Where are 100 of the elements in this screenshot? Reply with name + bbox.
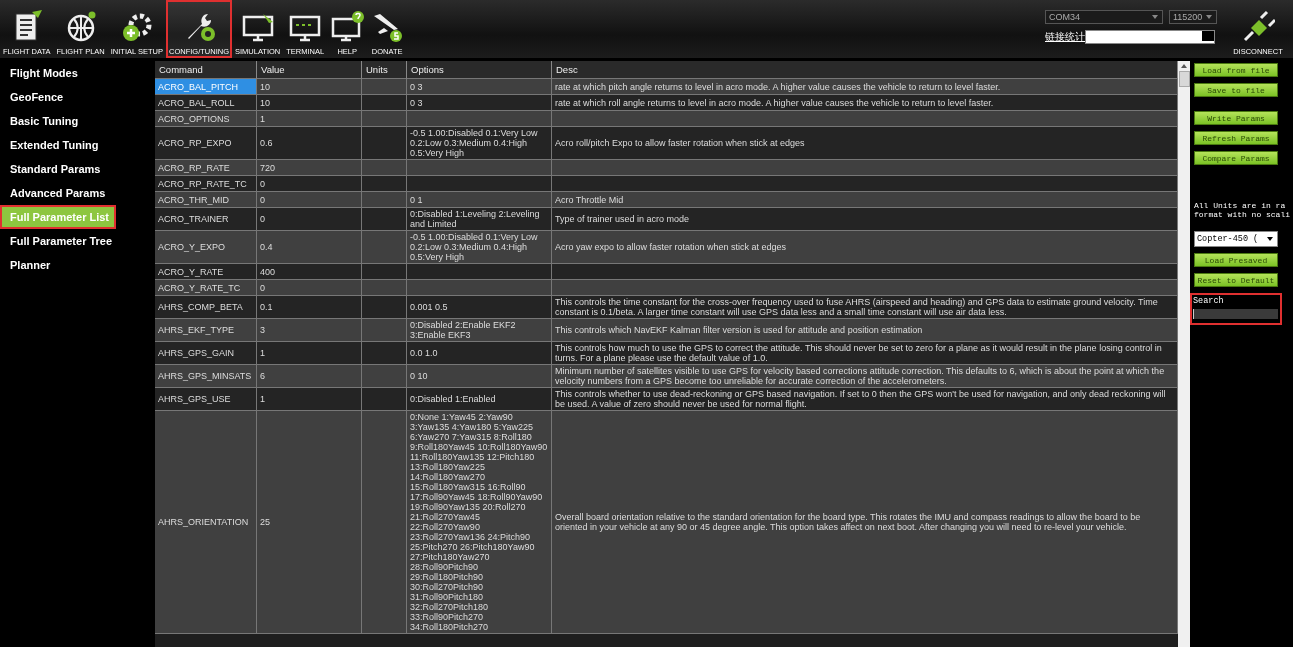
- table-cell[interactable]: ACRO_BAL_ROLL: [155, 95, 257, 111]
- units-note: format with no scali: [1194, 210, 1291, 219]
- table-cell[interactable]: AHRS_COMP_BETA: [155, 296, 257, 319]
- table-cell: rate at which pitch angle returns to level in acro mode. A higher value causes the vehicle to return to level faster.: [552, 79, 1178, 95]
- table-cell[interactable]: ACRO_Y_RATE: [155, 264, 257, 280]
- sidebar-item[interactable]: GeoFence: [0, 85, 150, 109]
- table-cell: [362, 176, 407, 192]
- scroll-thumb[interactable]: [1178, 71, 1190, 87]
- table-cell: 0 3: [407, 95, 552, 111]
- table-cell: 0.001 0.5: [407, 296, 552, 319]
- table-cell: Acro roll/pitch Expo to allow faster rotation when stick at edges: [552, 127, 1178, 160]
- column-header[interactable]: Value: [257, 61, 362, 79]
- table-cell[interactable]: ACRO_Y_RATE_TC: [155, 280, 257, 296]
- table-cell: This controls the time constant for the cross-over frequency used to fuse AHRS (airspeed and heading) and GPS data to estimate ground velocity. Time constant is 0.1/beta. A larger time constant will use GPS data less and a small time constant will use air data less.: [552, 296, 1178, 319]
- table-cell: 0:Disabled 2:Enable EKF2 3:Enable EKF3: [407, 319, 552, 342]
- table-cell: [362, 79, 407, 95]
- sidebar-item[interactable]: Planner: [0, 253, 150, 277]
- caret-icon: [1152, 15, 1158, 19]
- preset-dropdown[interactable]: Copter-450 (: [1194, 231, 1278, 247]
- sidebar-item[interactable]: Advanced Params: [0, 181, 150, 205]
- sidebar-item[interactable]: Full Parameter Tree: [0, 229, 150, 253]
- table-cell[interactable]: ACRO_RP_EXPO: [155, 127, 257, 160]
- table-cell: 0.0 1.0: [407, 342, 552, 365]
- table-cell: This controls whether to use dead-reckoning or GPS based navigation. If set to 0 then the GPS won't be used for navigation, and only dead reckoning will be used. A value of zero should never be used for normal flight.: [552, 388, 1178, 411]
- table-cell: Acro yaw expo to allow faster rotation when stick at edges: [552, 231, 1178, 264]
- table-cell: Minimum number of satellites visible to use GPS for velocity based corrections attitude correction. This defaults to 6, which is about the point at which the velocity numbers from a GPS become too unreliable for accurate correction of the accelerometers.: [552, 365, 1178, 388]
- sidebar-item[interactable]: Extended Tuning: [0, 133, 150, 157]
- table-cell: [362, 319, 407, 342]
- table-cell: [362, 160, 407, 176]
- panel-button[interactable]: Reset to Default: [1194, 273, 1278, 287]
- sidebar-item[interactable]: Standard Params: [0, 157, 150, 181]
- table-cell: 1: [257, 111, 362, 127]
- table-cell: 0:Disabled 1:Leveling 2:Leveling and Limited: [407, 208, 552, 231]
- table-cell: This controls which NavEKF Kalman filter version is used for attitude and position estimation: [552, 319, 1178, 342]
- table-cell: 25: [257, 411, 362, 634]
- port-dropdown[interactable]: COM34: [1045, 10, 1163, 24]
- table-cell: -0.5 1.00:Disabled 0.1:Very Low 0.2:Low 0.3:Medium 0.4:High 0.5:Very High: [407, 127, 552, 160]
- table-cell: 10: [257, 95, 362, 111]
- table-cell: [362, 280, 407, 296]
- link-stats-link[interactable]: 链接统计: [1045, 30, 1085, 44]
- table-cell[interactable]: ACRO_RP_RATE: [155, 160, 257, 176]
- table-cell: [362, 231, 407, 264]
- table-cell: [362, 208, 407, 231]
- table-cell: 0.4: [257, 231, 362, 264]
- table-cell: [362, 111, 407, 127]
- search-field[interactable]: [1193, 309, 1278, 319]
- table-cell: 0: [257, 208, 362, 231]
- panel-button[interactable]: Save to file: [1194, 83, 1278, 97]
- panel-button[interactable]: Compare Params: [1194, 151, 1278, 165]
- table-cell: 0: [257, 280, 362, 296]
- table-cell: 0:None 1:Yaw45 2:Yaw90 3:Yaw135 4:Yaw180 5:Yaw225 6:Yaw270 7:Yaw315 8:Roll180 9:Roll180Yaw45 10:Roll180Yaw90 11:Roll180Yaw135 12:Pitch180 13:Roll180Yaw225 14:Roll180Yaw270 15:Roll180Yaw315 16:Roll90 17:Roll90Yaw45 18:Roll90Yaw90 19:Roll90Yaw135 20:Roll270 21:Roll270Yaw45 22:Roll270Yaw90 23:Roll270Yaw136 24:Pitch90 25:Pitch270 26:Pitch180Yaw90 27:Pitch180Yaw270 28:Roll90Pitch90 29:Roll180Pitch90 30:Roll270Pitch90 31:Roll90Pitch180 32:Roll270Pitch180 33:Roll90Pitch270 34:Roll180Pitch270: [407, 411, 552, 634]
- help-icon: [330, 10, 365, 44]
- table-cell: Overall board orientation relative to the standard orientation for the board type. This rotates the IMU and compass readings to allow the board to be oriented in your vehicle at any 90 or 45 degree angle. This option takes affect on next boot. After changing you will need to re-level your vehicle.: [552, 411, 1178, 634]
- table-cell: [362, 365, 407, 388]
- table-cell: 1: [257, 342, 362, 365]
- table-cell: [362, 342, 407, 365]
- table-cell: 0 3: [407, 79, 552, 95]
- baud-dropdown[interactable]: 115200: [1169, 10, 1217, 24]
- table-cell: 0: [257, 176, 362, 192]
- link-stats-dropdown[interactable]: [1085, 30, 1215, 44]
- panel-button[interactable]: Refresh Params: [1194, 131, 1278, 145]
- table-cell[interactable]: AHRS_GPS_MINSATS: [155, 365, 257, 388]
- sidebar-item[interactable]: Flight Modes: [0, 61, 150, 85]
- table-cell: 0.6: [257, 127, 362, 160]
- table-cell: 1: [257, 388, 362, 411]
- column-header[interactable]: Desc: [552, 61, 1178, 79]
- column-header[interactable]: Options: [407, 61, 552, 79]
- table-cell[interactable]: AHRS_GPS_USE: [155, 388, 257, 411]
- table-cell: 3: [257, 319, 362, 342]
- panel-button[interactable]: Load from file: [1194, 63, 1278, 77]
- table-cell[interactable]: AHRS_GPS_GAIN: [155, 342, 257, 365]
- table-cell: [362, 388, 407, 411]
- table-cell: This controls how much to use the GPS to correct the attitude. This should never be set to zero for a plane as it would result in the plane losing control in turns. For a plane please use the default value of 1.0.: [552, 342, 1178, 365]
- table-cell[interactable]: AHRS_EKF_TYPE: [155, 319, 257, 342]
- caret-icon: [1206, 15, 1213, 19]
- column-header[interactable]: Command: [155, 61, 257, 79]
- table-cell[interactable]: AHRS_ORIENTATION: [155, 411, 257, 634]
- table-cell: [362, 95, 407, 111]
- units-note: All Units are in ra: [1194, 201, 1287, 210]
- table-cell[interactable]: ACRO_TRAINER: [155, 208, 257, 231]
- table-cell[interactable]: ACRO_THR_MID: [155, 192, 257, 208]
- panel-button[interactable]: Write Params: [1194, 111, 1278, 125]
- sidebar-item[interactable]: Basic Tuning: [0, 109, 150, 133]
- table-cell: 0 10: [407, 365, 552, 388]
- plug-icon: [1241, 10, 1275, 44]
- search-label: Search: [1193, 296, 1225, 306]
- table-cell[interactable]: ACRO_OPTIONS: [155, 111, 257, 127]
- table-cell: [362, 192, 407, 208]
- table-cell: Acro Throttle Mid: [552, 192, 1178, 208]
- scrollbar[interactable]: [1178, 61, 1190, 647]
- table-cell: Type of trainer used in acro mode: [552, 208, 1178, 231]
- table-cell: [362, 296, 407, 319]
- table-cell: 10: [257, 79, 362, 95]
- table-cell: 6: [257, 365, 362, 388]
- table-cell: -0.5 1.00:Disabled 0.1:Very Low 0.2:Low 0.3:Medium 0.4:High 0.5:Very High: [407, 231, 552, 264]
- panel-button[interactable]: Load Presaved: [1194, 253, 1278, 267]
- table-cell[interactable]: ACRO_Y_EXPO: [155, 231, 257, 264]
- column-header[interactable]: Units: [362, 61, 407, 79]
- table-cell: 720: [257, 160, 362, 176]
- table-cell[interactable]: ACRO_RP_RATE_TC: [155, 176, 257, 192]
